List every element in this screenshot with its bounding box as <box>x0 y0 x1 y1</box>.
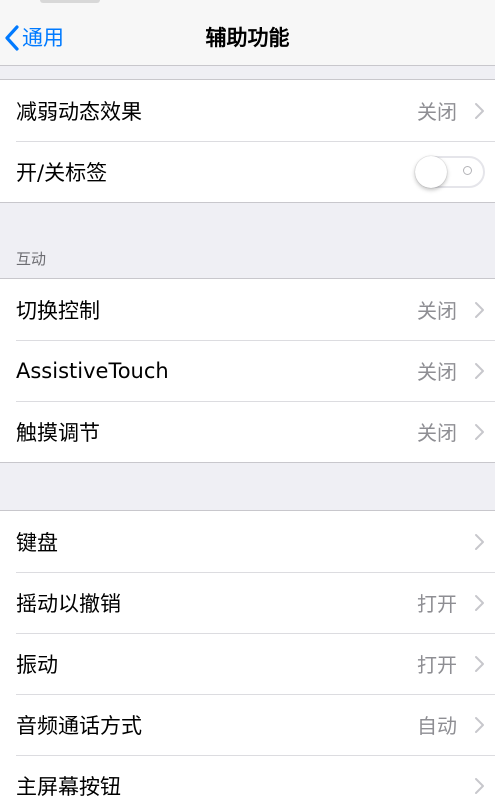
row-shake-to-undo[interactable]: 摇动以撤销 打开 <box>0 572 495 633</box>
row-label: 开/关标签 <box>16 160 108 185</box>
chevron-right-icon <box>474 362 485 380</box>
back-label: 通用 <box>22 26 64 50</box>
chevron-right-icon <box>474 533 485 551</box>
back-button[interactable]: 通用 <box>4 20 64 56</box>
row-value: 关闭 <box>417 421 457 445</box>
motion-group: 减弱动态效果 关闭 开/关标签 <box>0 79 495 203</box>
chevron-right-icon <box>474 301 485 319</box>
row-label: 主屏幕按钮 <box>16 774 121 799</box>
row-label: 音频通话方式 <box>16 713 142 738</box>
row-label: 摇动以撤销 <box>16 591 121 616</box>
input-group: 键盘 摇动以撤销 打开 振动 打开 音频通话方式 自动 主屏幕按钮 <box>0 510 495 805</box>
row-value: 关闭 <box>417 360 457 384</box>
row-switch-control[interactable]: 切换控制 关闭 <box>0 279 495 340</box>
row-label: 振动 <box>16 652 58 677</box>
row-call-audio-routing[interactable]: 音频通话方式 自动 <box>0 694 495 755</box>
row-home-button[interactable]: 主屏幕按钮 <box>0 755 495 805</box>
row-label: 切换控制 <box>16 298 100 323</box>
chevron-right-icon <box>474 102 485 120</box>
navigation-bar: 通用 辅助功能 <box>0 0 495 66</box>
row-label: 触摸调节 <box>16 420 100 445</box>
page-title: 辅助功能 <box>205 26 290 50</box>
chevron-right-icon <box>474 594 485 612</box>
chevron-left-icon <box>4 25 20 51</box>
row-touch-accommodations[interactable]: 触摸调节 关闭 <box>0 401 495 462</box>
chevron-right-icon <box>474 716 485 734</box>
row-value: 自动 <box>417 714 457 738</box>
row-label: 减弱动态效果 <box>16 99 142 124</box>
row-value: 打开 <box>417 592 457 616</box>
row-value: 关闭 <box>417 299 457 323</box>
row-label: AssistiveTouch <box>16 358 169 383</box>
section-header-interaction: 互动 <box>16 250 47 268</box>
interaction-group: 切换控制 关闭 AssistiveTouch 关闭 触摸调节 关闭 <box>0 278 495 463</box>
toggle-knob <box>415 155 447 188</box>
row-value: 关闭 <box>417 100 457 124</box>
status-bar <box>0 0 495 8</box>
chevron-right-icon <box>474 423 485 441</box>
row-keyboard[interactable]: 键盘 <box>0 511 495 572</box>
row-assistivetouch[interactable]: AssistiveTouch 关闭 <box>0 340 495 401</box>
on-off-labels-toggle[interactable] <box>415 155 485 188</box>
row-on-off-labels: 开/关标签 <box>0 141 495 202</box>
row-label: 键盘 <box>16 530 58 555</box>
row-vibration[interactable]: 振动 打开 <box>0 633 495 694</box>
chevron-right-icon <box>474 655 485 673</box>
row-reduce-motion[interactable]: 减弱动态效果 关闭 <box>0 80 495 141</box>
accessibility-screen: 通用 辅助功能 减弱动态效果 关闭 开/关标签 互动 切换控制 关闭 Assis… <box>0 0 495 805</box>
row-value: 打开 <box>417 653 457 677</box>
chevron-right-icon <box>474 777 485 795</box>
toggle-off-indicator-icon <box>463 165 472 175</box>
